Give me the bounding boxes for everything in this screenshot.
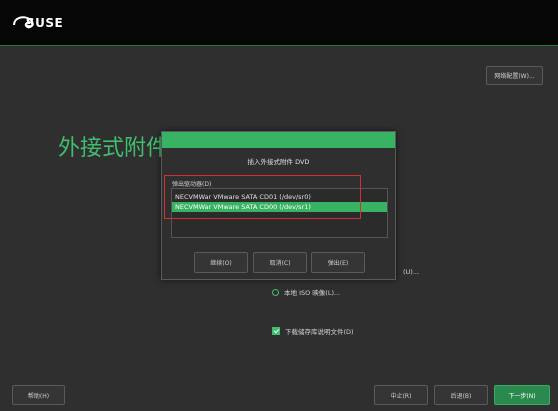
drive-list[interactable]: NECVMWar VMware SATA CD01 (/dev/sr0) NEC… xyxy=(171,188,388,238)
insert-dvd-dialog: 插入外接式附件 DVD 弹出驱动器(D) NECVMWar VMware SAT… xyxy=(161,131,396,280)
local-iso-option[interactable]: 本地 ISO 映像(L)... xyxy=(272,287,340,297)
dialog-title-bar xyxy=(162,132,395,148)
top-header: SUSE xyxy=(0,0,558,46)
page-title: 外接式附件 xyxy=(58,136,169,161)
download-label: 下载储存库说明文件(D) xyxy=(285,328,354,336)
drive-item-cd00[interactable]: NECVMWar VMware SATA CD00 (/dev/sr1) xyxy=(172,202,387,212)
network-config-button[interactable]: 网络配置(W)... xyxy=(486,66,543,85)
cancel-button[interactable]: 取消(C) xyxy=(253,252,307,273)
brand-name: SUSE xyxy=(26,16,64,30)
next-button[interactable]: 下一步(N) xyxy=(494,385,550,405)
partial-option-label: (U)... xyxy=(403,268,420,276)
dialog-title: 插入外接式附件 DVD xyxy=(247,158,310,166)
checkbox-checked-icon[interactable] xyxy=(272,327,280,335)
help-button[interactable]: 帮助(H) xyxy=(12,385,65,405)
drive-item-cd01[interactable]: NECVMWar VMware SATA CD01 (/dev/sr0) xyxy=(172,192,387,202)
partial-option[interactable]: (U)... xyxy=(403,268,419,276)
eject-button[interactable]: 弹出(E) xyxy=(311,252,365,273)
download-checkbox-option[interactable]: 下载储存库说明文件(D) xyxy=(272,326,354,336)
back-button[interactable]: 后退(B) xyxy=(434,385,488,405)
local-iso-label: 本地 ISO 映像(L)... xyxy=(284,289,341,297)
drive-list-label: 弹出驱动器(D) xyxy=(172,181,212,188)
continue-button[interactable]: 继续(O) xyxy=(194,252,248,273)
radio-icon[interactable] xyxy=(272,288,279,296)
abort-button[interactable]: 中止(R) xyxy=(374,385,428,405)
